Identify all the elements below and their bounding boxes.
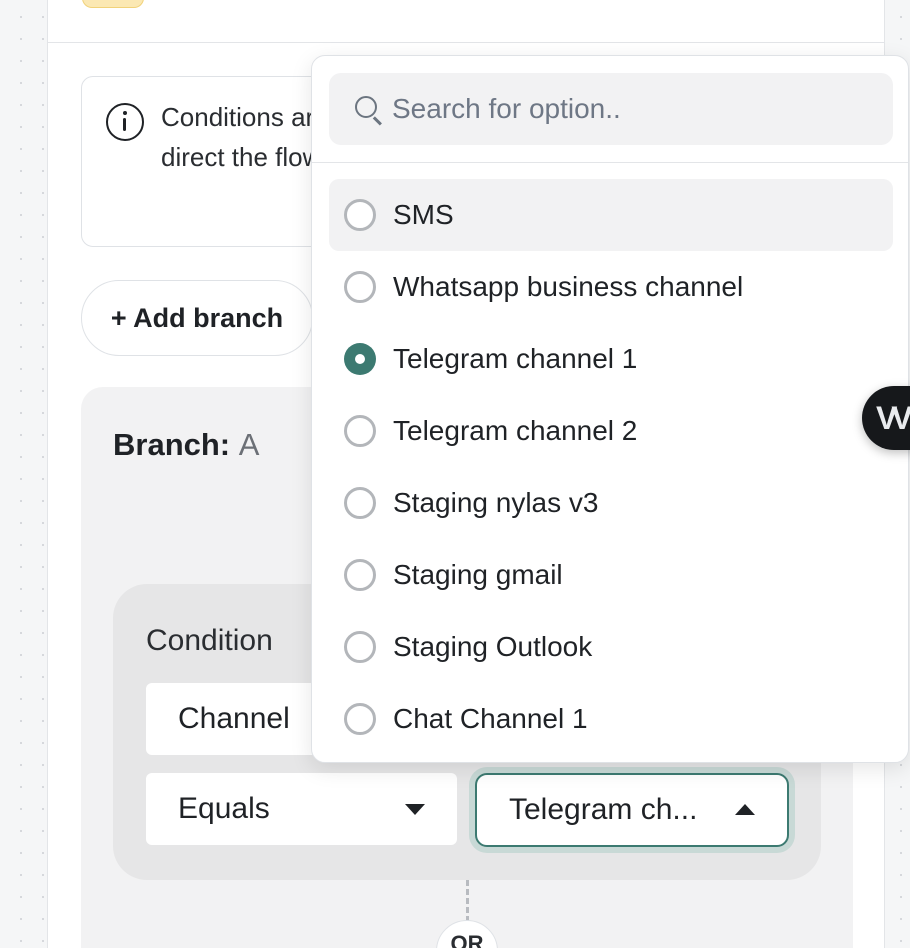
channel-options-dropdown: SMS Whatsapp business channel Telegram c… — [311, 55, 909, 763]
search-box — [329, 73, 893, 145]
condition-field-value: Channel — [178, 702, 290, 735]
divider — [48, 42, 884, 43]
option-item-telegram-channel-2[interactable]: Telegram channel 2 — [329, 395, 893, 467]
divider — [312, 162, 908, 163]
search-input[interactable] — [392, 73, 872, 145]
chevron-up-icon — [735, 804, 755, 815]
branch-title: Branch: A — [113, 427, 259, 463]
assistant-logo-icon: VV — [876, 400, 910, 436]
option-label: Whatsapp business channel — [393, 271, 744, 302]
option-label: Staging Outlook — [393, 631, 593, 662]
condition-title: Condition — [146, 624, 273, 657]
option-list: SMS Whatsapp business channel Telegram c… — [329, 179, 893, 755]
search-icon — [355, 96, 377, 118]
option-item-chat-channel-1[interactable]: Chat Channel 1 — [329, 683, 893, 755]
radio-button[interactable] — [344, 415, 376, 447]
radio-button[interactable] — [344, 487, 376, 519]
condition-value-text: Telegram ch... — [509, 793, 698, 826]
option-label: Telegram channel 2 — [393, 415, 638, 446]
branch-label: Branch: — [113, 427, 231, 462]
radio-button[interactable] — [344, 703, 376, 735]
option-item-staging-nylas-v3[interactable]: Staging nylas v3 — [329, 467, 893, 539]
option-item-staging-outlook[interactable]: Staging Outlook — [329, 611, 893, 683]
radio-button-selected[interactable] — [344, 343, 376, 375]
condition-value-select[interactable]: Telegram ch... — [475, 773, 789, 847]
option-item-sms[interactable]: SMS — [329, 179, 893, 251]
option-label: Staging gmail — [393, 559, 563, 590]
condition-operator-value: Equals — [178, 792, 270, 825]
radio-button[interactable] — [344, 631, 376, 663]
radio-button[interactable] — [344, 271, 376, 303]
option-item-staging-gmail[interactable]: Staging gmail — [329, 539, 893, 611]
condition-operator-select[interactable]: Equals — [146, 773, 457, 845]
chevron-down-icon — [405, 804, 425, 815]
option-item-telegram-channel-1[interactable]: Telegram channel 1 — [329, 323, 893, 395]
option-label: Telegram channel 1 — [393, 343, 638, 374]
radio-button[interactable] — [344, 559, 376, 591]
option-label: Staging nylas v3 — [393, 487, 599, 518]
option-label: SMS — [393, 199, 454, 230]
option-item-whatsapp-business-channel[interactable]: Whatsapp business channel — [329, 251, 893, 323]
add-branch-button[interactable]: + Add branch — [81, 280, 313, 356]
branch-name: A — [238, 427, 260, 462]
radio-button[interactable] — [344, 199, 376, 231]
info-icon — [106, 103, 144, 141]
option-label: Chat Channel 1 — [393, 703, 588, 734]
or-badge: OR — [436, 920, 498, 948]
status-badge — [82, 0, 144, 8]
